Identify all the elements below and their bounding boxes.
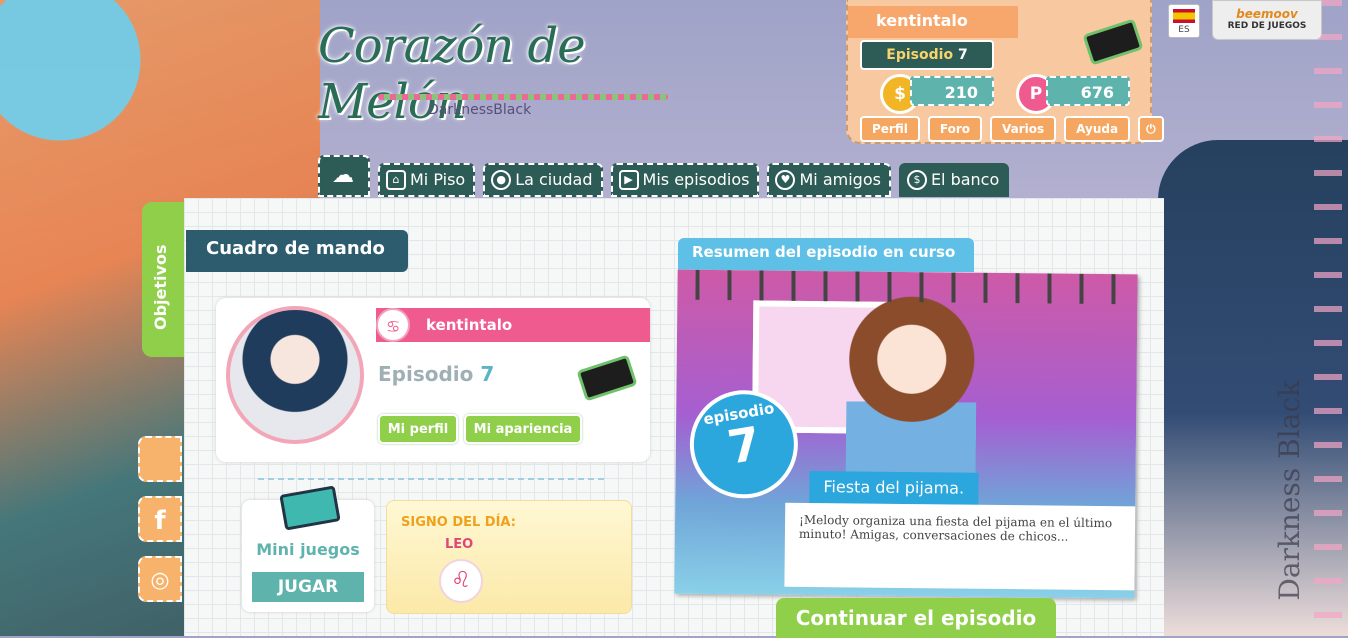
- profile-episode: Episodio 7: [378, 362, 494, 386]
- coins-counter: 210: [910, 76, 994, 106]
- game-logo[interactable]: Corazón de Melón DarknessBlack: [318, 18, 678, 130]
- tab-mis-episodios[interactable]: ▶ Mis episodios: [610, 163, 760, 197]
- heart-icon: ♥: [775, 170, 796, 190]
- tab-mi-amigos[interactable]: ♥ Mi amigos: [767, 163, 891, 197]
- objectives-label: Objetivos: [151, 244, 170, 330]
- profile-name: kentintalo: [376, 308, 650, 342]
- player-links: Perfil Foro Varios Ayuda ⏻: [860, 116, 1164, 142]
- language-selector[interactable]: ES: [1168, 4, 1200, 38]
- play-icon: ▶: [618, 170, 639, 190]
- instagram-icon[interactable]: ◎: [138, 556, 182, 602]
- profile-card: kentintalo ♋ Episodio 7 Mi perfil Mi apa…: [216, 298, 650, 462]
- action-points-counter: 676: [1046, 76, 1130, 106]
- cupcake-cloud-icon: ☁: [332, 163, 354, 188]
- play-button[interactable]: JUGAR: [252, 572, 364, 602]
- forum-link[interactable]: Foro: [927, 116, 982, 142]
- player-name[interactable]: kentintalo: [848, 6, 1018, 38]
- side-empty-button[interactable]: [138, 436, 182, 482]
- beemoov-logo: beemoov: [1236, 7, 1298, 21]
- notebook-rings: [695, 269, 1116, 305]
- profile-episode-label: Episodio: [378, 362, 474, 386]
- tab-label: Mi Piso: [410, 170, 466, 189]
- mini-games-card: Mini juegos JUGAR: [242, 485, 374, 612]
- continue-episode-button[interactable]: Continuar el episodio: [776, 598, 1056, 638]
- main-navigation: ☁ ⌂ Mi Piso ● La ciudad ▶ Mis episodios …: [318, 155, 1010, 197]
- leo-sign-icon: ♌: [439, 559, 483, 603]
- tab-label: La ciudad: [515, 170, 593, 189]
- power-icon[interactable]: ⏻: [1138, 116, 1164, 142]
- cancer-sign-icon: ♋: [376, 308, 410, 342]
- tab-label: Mi amigos: [799, 170, 881, 189]
- beemoov-network-link[interactable]: beemoov RED DE JUEGOS: [1212, 0, 1322, 40]
- sign-of-day-card: SIGNO DEL DÍA: LEO ♌: [386, 500, 632, 614]
- dashboard-title: Cuadro de mando: [186, 230, 408, 272]
- episode-name: Fiesta del pijama.: [809, 470, 979, 505]
- profile-link[interactable]: Perfil: [860, 116, 920, 142]
- logo-subtitle: DarknessBlack: [428, 102, 532, 118]
- episode-number: 7: [957, 47, 968, 63]
- episode-description: ¡Melody organiza una fiesta del pijama e…: [784, 502, 1136, 591]
- flower-vine-decoration: [1314, 0, 1342, 636]
- flower-garland-decoration: [378, 94, 668, 100]
- misc-link[interactable]: Varios: [989, 116, 1057, 142]
- location-icon: ●: [491, 170, 512, 190]
- watermark-signature: Darkness Black: [1273, 380, 1306, 601]
- episode-label: Episodio: [886, 47, 954, 63]
- profile-episode-number: 7: [480, 362, 495, 386]
- mini-games-title: Mini juegos: [256, 540, 360, 559]
- facebook-icon[interactable]: f: [138, 496, 182, 542]
- episode-summary-header: Resumen del episodio en curso: [678, 238, 974, 272]
- house-icon: ⌂: [386, 170, 406, 190]
- tab-la-ciudad[interactable]: ● La ciudad: [483, 163, 603, 197]
- phone-icon[interactable]: [1082, 18, 1144, 66]
- phone-icon[interactable]: [576, 354, 638, 402]
- tab-label: El banco: [930, 170, 1000, 189]
- help-link[interactable]: Ayuda: [1064, 116, 1131, 142]
- tab-home[interactable]: ☁: [318, 155, 370, 197]
- sign-name: LEO: [445, 537, 474, 552]
- my-profile-button[interactable]: Mi perfil: [378, 414, 458, 444]
- sign-of-day-title: SIGNO DEL DÍA:: [401, 515, 516, 530]
- episode-summary-panel[interactable]: episodio 7 Fiesta del pijama. ¡Melody or…: [674, 269, 1138, 599]
- avatar[interactable]: [226, 306, 364, 444]
- my-appearance-button[interactable]: Mi apariencia: [464, 414, 582, 444]
- dashed-divider: [258, 478, 604, 480]
- spain-flag-icon: [1173, 9, 1195, 23]
- tab-mi-piso[interactable]: ⌂ Mi Piso: [378, 163, 476, 197]
- player-episode: Episodio 7: [860, 40, 994, 70]
- tab-label: Mis episodios: [642, 170, 750, 189]
- beemoov-subtitle: RED DE JUEGOS: [1227, 21, 1307, 31]
- tab-el-banco[interactable]: $ El banco: [898, 163, 1010, 197]
- player-status-box: kentintalo Episodio 7 $ 210 P 676 Perfil…: [846, 0, 1164, 144]
- objectives-tab[interactable]: Objetivos: [142, 202, 184, 357]
- dollar-icon: $: [906, 170, 927, 190]
- language-code: ES: [1178, 25, 1190, 35]
